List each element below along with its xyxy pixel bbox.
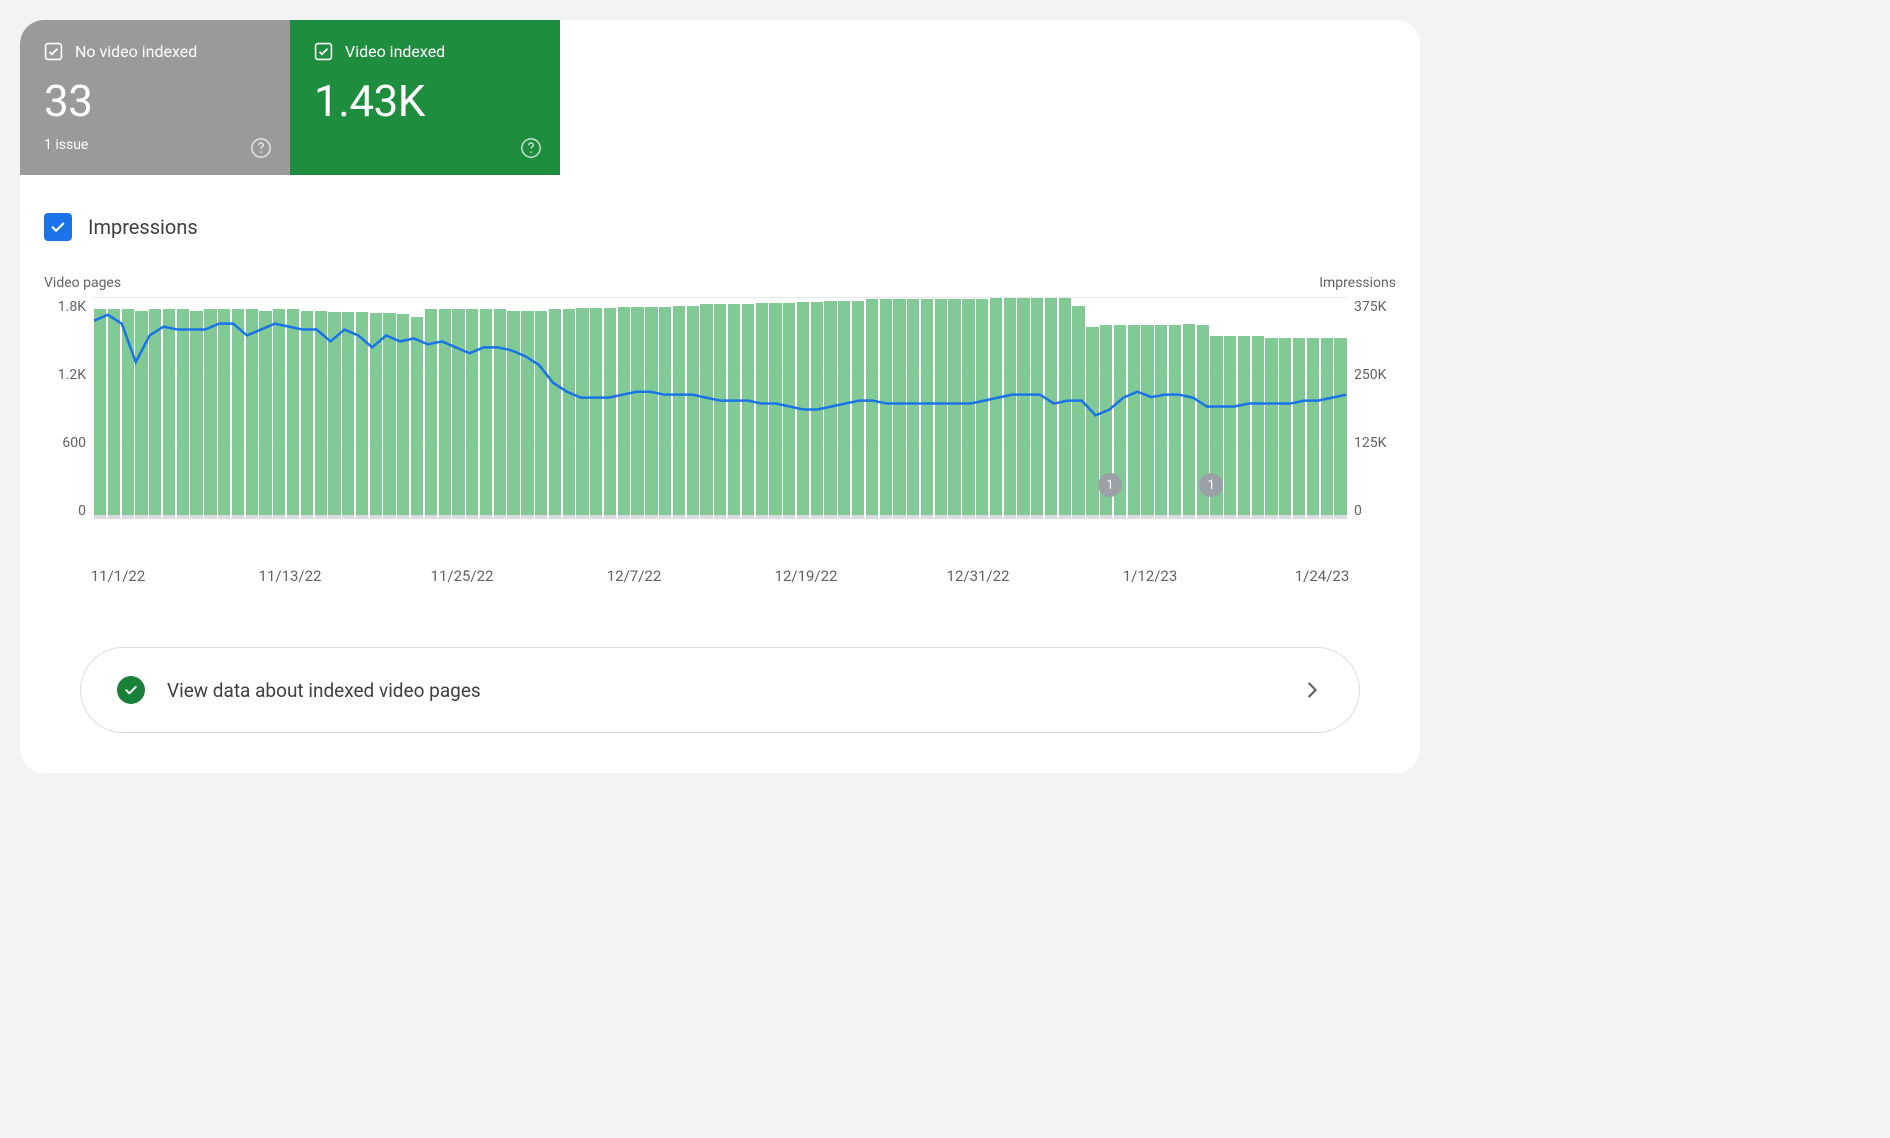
chevron-right-icon [1301, 679, 1323, 701]
y-axis-right: 375K 250K 125K 0 [1346, 297, 1396, 519]
help-icon[interactable] [250, 137, 272, 159]
x-tick: 12/19/22 [775, 567, 838, 585]
y-tick: 1.2K [44, 367, 86, 383]
action-label: View data about indexed video pages [167, 679, 1301, 702]
impressions-line [94, 297, 1346, 519]
tab-no-video-label: No video indexed [75, 42, 197, 61]
x-tick: 1/12/23 [1123, 567, 1178, 585]
x-tick: 11/1/22 [91, 567, 146, 585]
impressions-toggle-row: Impressions [20, 175, 1420, 241]
chart-area: Video pages Impressions 1.8K 1.2K 600 0 … [20, 241, 1420, 587]
view-indexed-action[interactable]: View data about indexed video pages [80, 647, 1360, 733]
x-tick: 11/25/22 [431, 567, 494, 585]
x-tick: 1/24/23 [1295, 567, 1350, 585]
chart-annotation-marker[interactable]: 1 [1199, 473, 1223, 497]
impressions-checkbox[interactable] [44, 213, 72, 241]
axis-left-label: Video pages [44, 275, 121, 291]
tab-video-indexed[interactable]: Video indexed 1.43K [290, 20, 560, 175]
y-tick: 250K [1354, 367, 1396, 383]
help-icon[interactable] [520, 137, 542, 159]
checkbox-checked-icon [44, 42, 63, 61]
y-tick: 1.8K [44, 299, 86, 315]
check-icon [49, 218, 67, 236]
axis-right-label: Impressions [1319, 275, 1396, 291]
x-tick: 12/31/22 [947, 567, 1010, 585]
y-tick: 125K [1354, 435, 1396, 451]
y-tick: 600 [44, 435, 86, 451]
x-tick: 11/13/22 [259, 567, 322, 585]
check-circle-icon [117, 676, 145, 704]
y-tick: 0 [44, 503, 86, 519]
tab-indexed-value: 1.43K [314, 75, 536, 127]
checkbox-checked-icon [314, 42, 333, 61]
tab-no-video-indexed[interactable]: No video indexed 33 1 issue [20, 20, 290, 175]
report-card: No video indexed 33 1 issue Video indexe… [20, 20, 1420, 773]
y-axis-left: 1.8K 1.2K 600 0 [44, 297, 94, 519]
stat-tabs: No video indexed 33 1 issue Video indexe… [20, 20, 1420, 175]
tab-no-video-value: 33 [44, 75, 266, 127]
y-tick: 0 [1354, 503, 1396, 519]
chart-annotation-marker[interactable]: 1 [1098, 473, 1122, 497]
y-tick: 375K [1354, 299, 1396, 315]
x-axis: 11/1/2211/13/2211/25/2212/7/2212/19/2212… [118, 567, 1322, 587]
plot [94, 297, 1346, 519]
impressions-label: Impressions [88, 215, 198, 239]
tab-no-video-note: 1 issue [44, 137, 266, 153]
x-tick: 12/7/22 [607, 567, 662, 585]
tab-indexed-label: Video indexed [345, 42, 445, 61]
